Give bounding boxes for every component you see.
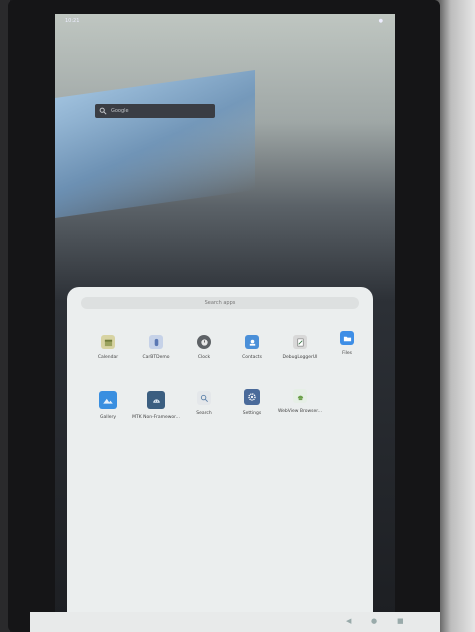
search-apps-field[interactable]: Search apps <box>81 297 359 309</box>
folder-icon <box>340 331 354 345</box>
app-label: MTK Non-Framewor... <box>132 415 180 420</box>
home-search-bar[interactable]: Google <box>95 104 215 118</box>
app-settings[interactable]: Settings <box>226 389 278 416</box>
android-icon <box>293 389 307 403</box>
app-label: DebugLoggerUI <box>282 355 318 360</box>
app-label: WebView Browser... <box>277 409 323 414</box>
back-icon[interactable]: ◀ <box>346 617 351 625</box>
app-webview-browser[interactable]: WebView Browser... <box>274 389 326 414</box>
home-icon[interactable]: ● <box>371 617 377 625</box>
app-debugloggerui[interactable]: DebugLoggerUI <box>274 335 326 360</box>
search-apps-placeholder: Search apps <box>204 300 236 306</box>
app-search[interactable]: Search <box>178 391 230 416</box>
app-clock[interactable]: Clock <box>178 335 230 360</box>
status-bar: 10:21 ● <box>59 18 389 28</box>
recents-icon[interactable]: ■ <box>397 617 404 625</box>
app-drawer: Search apps Calendar CarBTDemo Clock Con… <box>67 287 373 612</box>
app-calendar[interactable]: Calendar <box>82 335 134 360</box>
app-label: Files <box>342 351 352 356</box>
notepad-icon <box>293 335 307 349</box>
app-files[interactable]: Files <box>321 331 373 356</box>
home-search-placeholder: Google <box>111 108 129 114</box>
android-icon <box>147 391 165 409</box>
app-label: CarBTDemo <box>142 355 170 360</box>
app-gallery[interactable]: Gallery <box>82 391 134 420</box>
background-right <box>435 0 475 632</box>
search-icon <box>99 107 107 115</box>
navigation-bar: ◀ ● ■ <box>30 612 440 632</box>
gear-icon <box>244 389 260 405</box>
app-label: Calendar <box>97 355 119 360</box>
status-time: 10:21 <box>65 18 80 24</box>
app-carbtdemo[interactable]: CarBTDemo <box>130 335 182 360</box>
app-label: Gallery <box>99 415 117 420</box>
app-label: Clock <box>197 355 211 360</box>
app-label: Settings <box>242 411 262 416</box>
calendar-icon <box>101 335 115 349</box>
search-icon <box>197 391 211 405</box>
battery-icon: ● <box>378 18 383 24</box>
bluetooth-icon <box>149 335 163 349</box>
wallpaper-streak <box>55 69 255 219</box>
gallery-icon <box>99 391 117 409</box>
contacts-icon <box>245 335 259 349</box>
clock-icon <box>197 335 211 349</box>
app-contacts[interactable]: Contacts <box>226 335 278 360</box>
app-label: Contacts <box>242 355 262 360</box>
app-mtk-non-framework[interactable]: MTK Non-Framewor... <box>130 391 182 420</box>
app-label: Search <box>196 411 212 416</box>
